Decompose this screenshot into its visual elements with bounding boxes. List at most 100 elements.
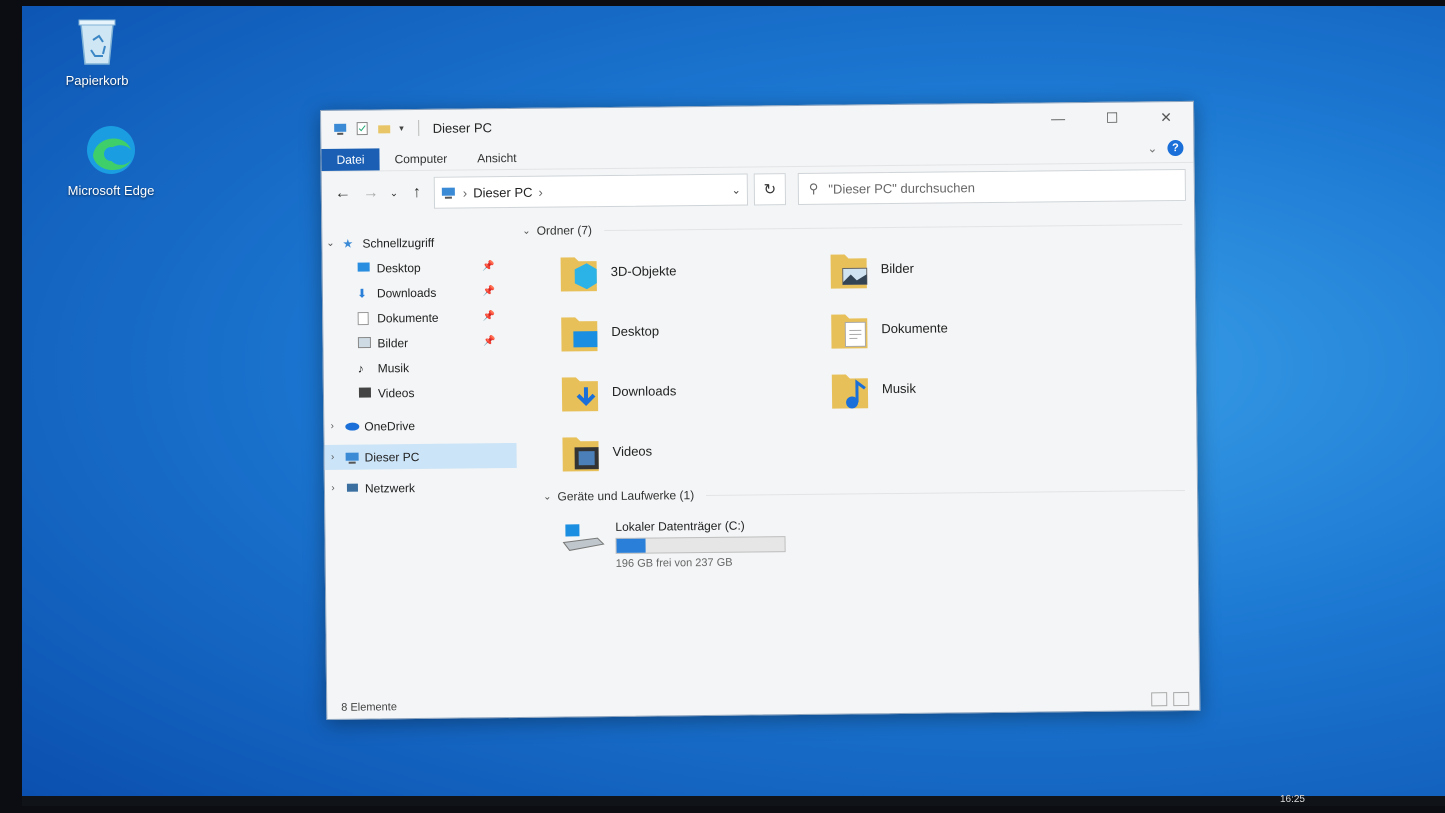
folder-pictures[interactable]: Bilder [828,243,1098,292]
chevron-right-icon[interactable]: › [324,421,340,432]
desktop-icon [357,261,373,275]
cloud-icon [344,419,360,433]
sidebar-item-pictures[interactable]: Bilder 📌 [323,329,515,356]
item-count: 8 Elemente [341,701,397,714]
sidebar-item-music[interactable]: ♪ Musik [324,354,516,381]
sidebar-label: Desktop [376,260,421,275]
video-icon [358,386,374,400]
customize-toolbar-icon[interactable]: ▾ [399,123,404,134]
properties-icon[interactable] [355,121,369,136]
sidebar-label: Schnellzugriff [362,235,435,251]
breadcrumb-chevron-icon[interactable]: › [538,184,543,199]
edge-label: Microsoft Edge [67,183,155,198]
divider [604,223,1183,231]
folder-label: Desktop [611,322,660,339]
chevron-down-icon: ⌄ [522,225,531,237]
recycle-bin-label: Papierkorb [65,73,129,88]
folder-label: Musik [881,380,916,396]
drive-usage-bar [615,536,786,554]
sidebar-item-this-pc[interactable]: › Dieser PC [324,442,517,470]
address-bar[interactable]: › Dieser PC › ⌄ [433,173,749,209]
chevron-right-icon[interactable]: › [325,483,341,494]
folder-downloads[interactable]: Downloads [560,366,830,415]
window-title: Dieser PC [432,119,493,136]
search-placeholder: "Dieser PC" durchsuchen [828,179,975,197]
chevron-down-icon: ⌄ [543,491,552,503]
details-view-icon[interactable] [1151,692,1168,707]
downloads-folder-icon [561,377,599,412]
sidebar-label: Videos [377,385,415,400]
refresh-button[interactable]: ↻ [753,173,787,206]
pc-icon [345,450,361,464]
pin-icon[interactable]: 📌 [483,336,496,347]
videos-folder-icon [562,437,599,472]
forward-button[interactable]: → [360,184,382,202]
sidebar-label: Dieser PC [364,449,420,465]
chevron-right-icon[interactable]: › [325,452,341,463]
breadcrumb[interactable]: Dieser PC [473,184,532,200]
close-button[interactable]: ✕ [1139,102,1193,133]
edge-shortcut[interactable]: Microsoft Edge [56,124,166,198]
expand-ribbon-icon[interactable]: ⌄ [1147,141,1157,155]
large-icons-view-icon[interactable] [1173,691,1190,707]
folder-3d-objects[interactable]: 3D-Objekte [558,246,828,295]
edge-icon [56,124,166,179]
document-icon [357,311,373,325]
sidebar-label: Musik [377,360,410,375]
help-icon[interactable]: ? [1167,139,1184,157]
group-title: Geräte und Laufwerke (1) [557,488,695,504]
sidebar-label: Bilder [377,335,409,350]
recycle-bin-shortcut[interactable]: Papierkorb [42,14,152,88]
maximize-button[interactable]: ☐ [1085,102,1139,133]
tab-computer[interactable]: Computer [379,148,462,171]
sidebar-item-desktop[interactable]: Desktop 📌 [323,254,515,281]
recent-locations-chevron-icon[interactable]: ⌄ [388,188,400,199]
pc-icon[interactable] [333,122,347,136]
taskbar: 16:25 [22,794,1445,806]
sidebar-item-onedrive[interactable]: › OneDrive [324,412,516,439]
music-folder-icon [831,374,869,409]
breadcrumb-chevron-icon: › [462,184,468,201]
drive-free-space: 196 GB frei von 237 GB [615,556,733,570]
music-icon: ♪ [357,361,364,376]
sidebar-item-documents[interactable]: Dokumente 📌 [323,304,515,331]
picture-icon [357,336,373,350]
quick-access-toolbar: ▾ Dieser PC [321,119,492,137]
folder-label: Videos [612,443,653,459]
drive-name: Lokaler Datenträger (C:) [615,518,745,534]
pin-icon[interactable]: 📌 [483,311,496,322]
pc-icon [441,187,455,199]
address-dropdown-icon[interactable]: ⌄ [732,183,741,196]
pin-icon[interactable]: 📌 [482,286,495,297]
folder-videos[interactable]: Videos [560,426,830,475]
folder-music[interactable]: Musik [830,363,1100,412]
back-button[interactable]: ← [332,185,354,203]
folder-desktop[interactable]: Desktop [559,306,829,355]
folder-label: 3D-Objekte [610,262,677,279]
title-separator [417,119,419,136]
chevron-down-icon[interactable]: ⌄ [322,238,338,249]
sidebar-item-quick-access[interactable]: ⌄ ★ Schnellzugriff [322,229,514,256]
up-button[interactable]: ↑ [406,184,428,202]
navigation-pane: ⌄ ★ Schnellzugriff Desktop 📌 ⬇ Downloads… [322,213,519,697]
3d-objects-folder-icon [560,257,597,292]
new-folder-icon[interactable] [377,121,391,135]
folder-documents[interactable]: Dokumente [829,303,1099,352]
sidebar-item-downloads[interactable]: ⬇ Downloads 📌 [323,279,515,306]
sidebar-item-network[interactable]: › Netzwerk [325,474,517,501]
sidebar-label: OneDrive [364,418,416,434]
network-icon [345,481,361,495]
minimize-button[interactable]: — [1031,103,1085,134]
desktop-folder-icon [561,317,598,352]
search-input[interactable]: ⚲ "Dieser PC" durchsuchen [797,168,1186,205]
clock[interactable]: 16:25 [1280,794,1305,805]
tab-ansicht[interactable]: Ansicht [462,147,532,170]
sidebar-item-videos[interactable]: Videos [324,379,516,406]
hard-drive-icon [562,524,605,551]
pin-icon[interactable]: 📌 [482,261,495,272]
star-icon: ★ [342,236,354,251]
tab-datei[interactable]: Datei [321,148,380,171]
download-icon: ⬇ [356,286,368,301]
drive-c[interactable]: Lokaler Datenträger (C:) 196 GB frei von… [525,500,1186,571]
explorer-window[interactable]: ▾ Dieser PC — ☐ ✕ Datei Computer Ansicht… [320,100,1201,720]
